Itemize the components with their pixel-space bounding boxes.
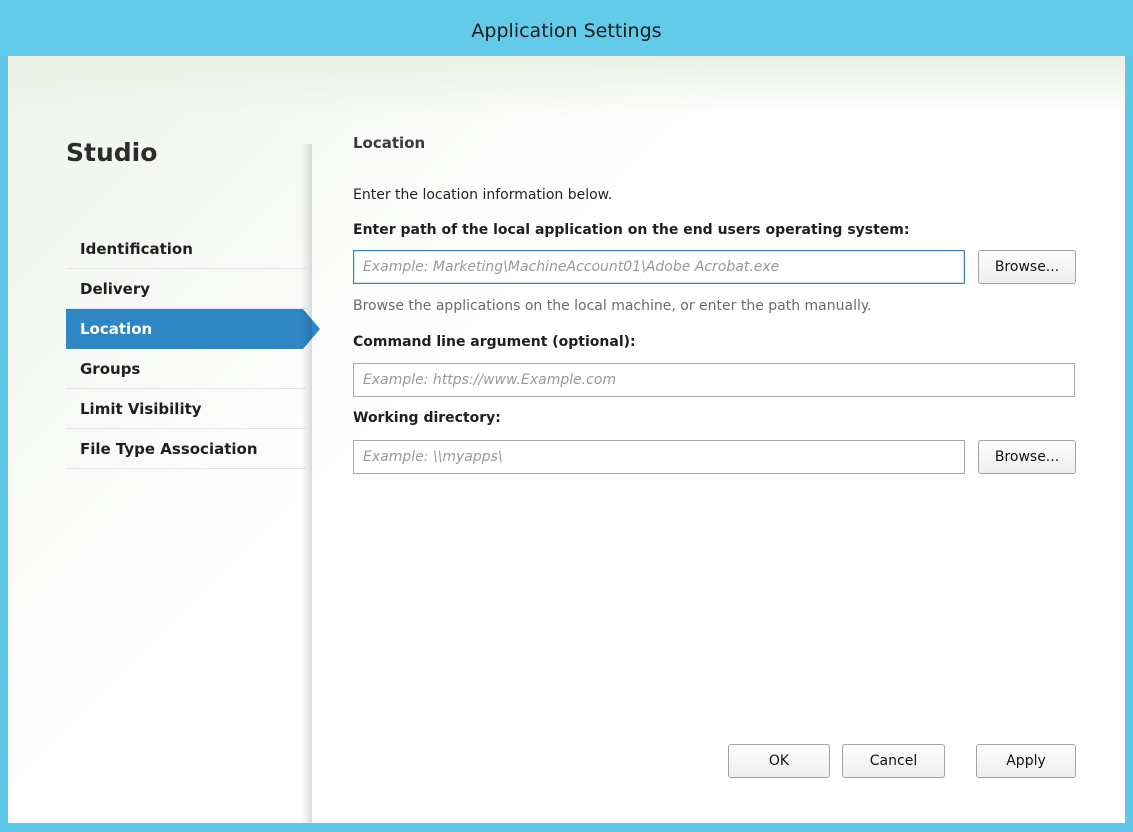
- ok-button[interactable]: OK: [728, 744, 830, 778]
- sidebar-item-location[interactable]: Location: [66, 309, 320, 349]
- window-title: Application Settings: [471, 20, 662, 42]
- working-directory-input[interactable]: Example: \\myapps\: [353, 440, 965, 474]
- command-line-argument-input[interactable]: Example: https://www.Example.com: [353, 363, 1075, 397]
- pane-divider: [300, 144, 312, 823]
- intro-text: Enter the location information below.: [353, 187, 613, 203]
- section-title: Location: [353, 134, 426, 152]
- title-bar[interactable]: Application Settings: [0, 0, 1133, 56]
- sidebar-nav: Identification Delivery Location Groups …: [66, 229, 320, 469]
- working-directory-browse-button[interactable]: Browse...: [978, 440, 1076, 474]
- sidebar-item-file-type-association[interactable]: File Type Association: [66, 429, 306, 469]
- apply-button[interactable]: Apply: [976, 744, 1076, 778]
- application-path-input[interactable]: Example: Marketing\MachineAccount01\Adob…: [353, 250, 965, 284]
- path-label: Enter path of the local application on t…: [353, 222, 910, 238]
- sidebar-item-limit-visibility[interactable]: Limit Visibility: [66, 389, 306, 429]
- dialog-client-area: Studio Identification Delivery Location …: [8, 56, 1125, 823]
- command-line-label: Command line argument (optional):: [353, 334, 636, 350]
- cancel-button[interactable]: Cancel: [842, 744, 945, 778]
- sidebar-title: Studio: [66, 138, 158, 167]
- sidebar-item-groups[interactable]: Groups: [66, 349, 306, 389]
- path-browse-button[interactable]: Browse...: [978, 250, 1076, 284]
- sidebar-item-delivery[interactable]: Delivery: [66, 269, 306, 309]
- sidebar-item-identification[interactable]: Identification: [66, 229, 306, 269]
- sidebar: Studio Identification Delivery Location …: [8, 56, 320, 823]
- working-directory-label: Working directory:: [353, 410, 501, 426]
- path-hint-text: Browse the applications on the local mac…: [353, 298, 872, 314]
- application-settings-window: Application Settings Studio Identificati…: [0, 0, 1133, 832]
